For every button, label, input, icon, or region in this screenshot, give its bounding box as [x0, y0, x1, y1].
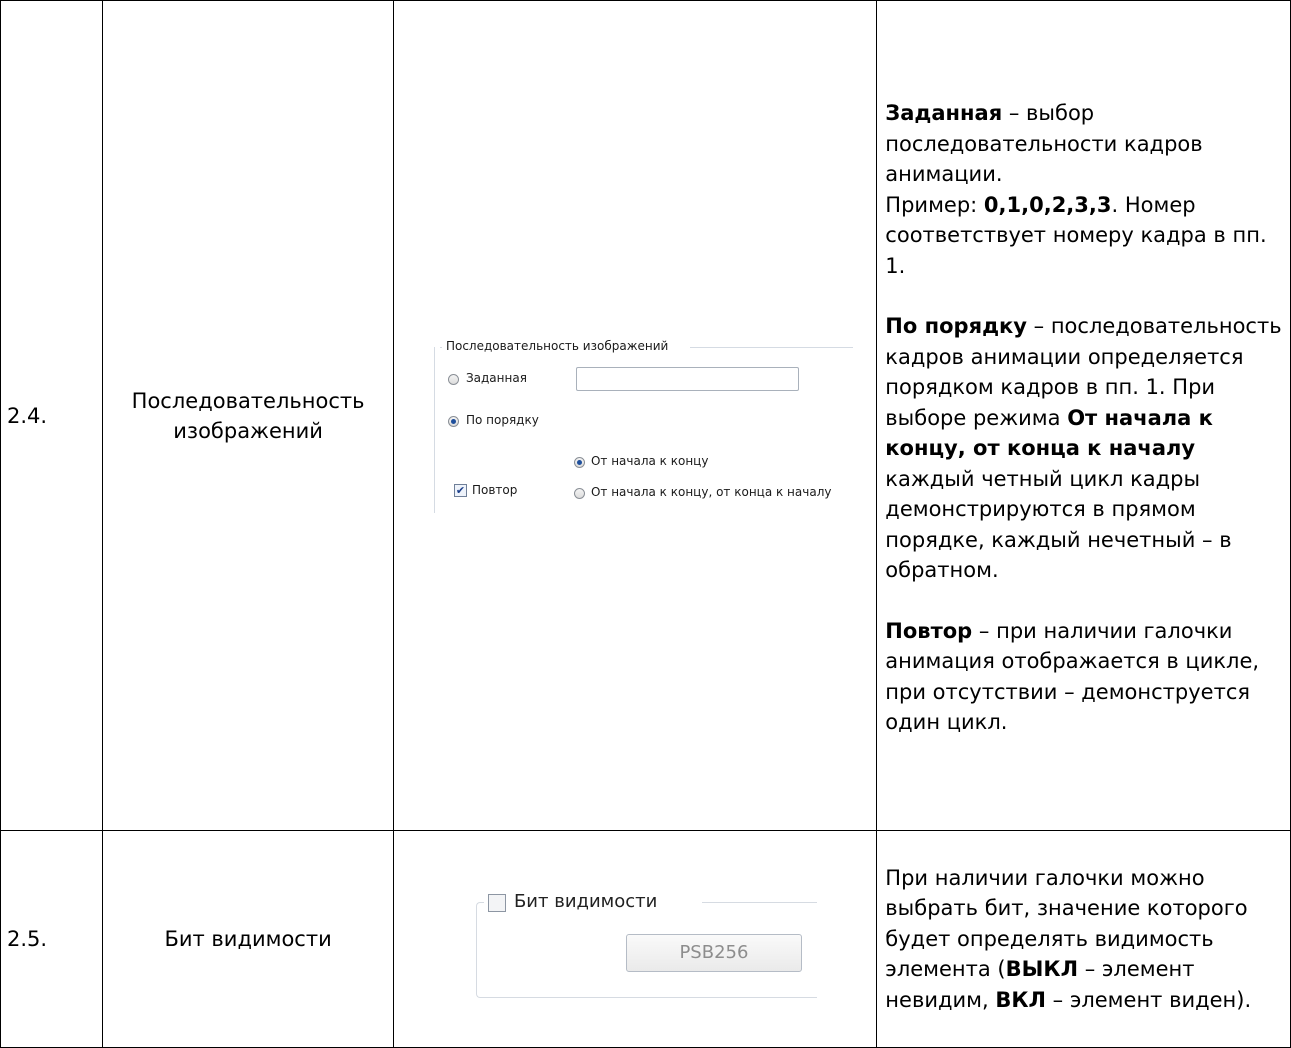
description-cell: При наличии галочки можно выбрать бит, з… [876, 830, 1291, 1048]
screenshot-cell: Бит видимости PSB256 [392, 830, 878, 1048]
visibility-groupbox: Бит видимости PSB256 [475, 888, 817, 998]
row-number: 2.4. [0, 0, 104, 831]
fixed-sequence-input[interactable] [575, 367, 799, 391]
screenshot-cell: Последовательность изображений Заданная … [392, 0, 878, 831]
document-table: 2.4. Последовательность изображений Посл… [0, 0, 1291, 1048]
desc-paragraph: Пример: 0,1,0,2,3,3. Номер соответствует… [885, 192, 1267, 278]
groupbox-header: Бит видимости [483, 888, 702, 916]
parameter-name: Последовательность изображений [102, 0, 394, 831]
bit-address-field[interactable]: PSB256 [625, 934, 802, 972]
visibility-label: Бит видимости [513, 891, 658, 912]
description-cell: Заданная – выбор последовательности кадр… [876, 0, 1291, 831]
parameter-name-text: Последовательность изображений [131, 388, 365, 443]
repeat-checkbox[interactable]: ✔ [453, 484, 467, 497]
row-number: 2.5. [0, 830, 104, 1048]
sequence-groupbox: Последовательность изображений Заданная … [433, 339, 854, 513]
radio-order-label: По порядку [465, 413, 539, 427]
desc-paragraph: При наличии галочки можно выбрать бит, з… [885, 865, 1252, 1012]
desc-paragraph: Повтор – при наличии галочки анимация от… [885, 618, 1260, 735]
radio-start-end-start-label: От начала к концу, от конца к началу [590, 485, 832, 499]
radio-fixed[interactable] [447, 374, 459, 385]
desc-paragraph: Заданная – выбор последовательности кадр… [885, 101, 1203, 187]
radio-order[interactable] [447, 416, 459, 427]
table-row: 2.5. Бит видимости Бит видимости PSB256 … [0, 830, 1291, 1048]
radio-fixed-label: Заданная [465, 371, 527, 385]
visibility-checkbox[interactable] [487, 894, 506, 912]
desc-paragraph: По порядку – последовательность кадров а… [885, 314, 1282, 583]
group-title: Последовательность изображений [445, 339, 669, 353]
radio-start-end-label: От начала к концу [590, 454, 709, 468]
table-row: 2.4. Последовательность изображений Посл… [0, 0, 1291, 831]
radio-start-end-start[interactable] [573, 488, 585, 499]
parameter-name: Бит видимости [102, 830, 394, 1048]
radio-start-end[interactable] [573, 457, 585, 468]
repeat-label: Повтор [471, 483, 518, 497]
